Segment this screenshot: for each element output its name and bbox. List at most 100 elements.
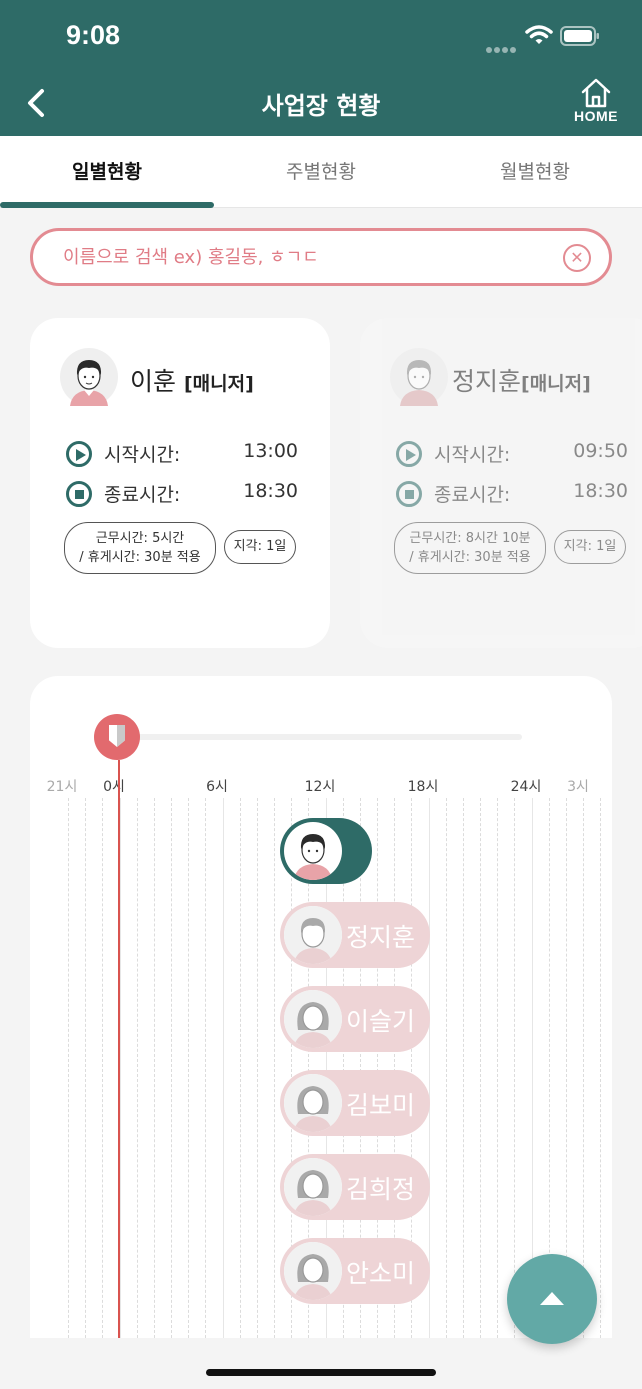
employee-name: 정지훈[매니저] [452, 367, 591, 396]
close-icon: ✕ [570, 248, 584, 267]
grid-line [137, 798, 138, 1338]
wifi-icon [525, 25, 553, 44]
grid-line [205, 798, 206, 1338]
grid-line [429, 798, 430, 1338]
current-time-line [118, 760, 120, 1338]
end-time-value: 18:30 [243, 480, 298, 502]
male-avatar-icon [284, 822, 342, 880]
grid-line [463, 798, 464, 1338]
late-badge: 지각: 1일 [554, 530, 626, 564]
male-avatar-icon [284, 906, 342, 964]
end-time-row: 종료시간: 18:30 [66, 478, 298, 510]
grid-line [274, 798, 275, 1338]
tab-indicator [0, 202, 214, 208]
home-label: HOME [574, 108, 618, 124]
home-button[interactable]: HOME [566, 78, 626, 130]
clear-search-button[interactable]: ✕ [563, 244, 591, 272]
grid-line [85, 798, 86, 1338]
time-slider-handle[interactable] [94, 714, 140, 760]
stop-icon [66, 481, 92, 507]
employee-role: [매니저] [521, 373, 591, 395]
home-icon [581, 78, 611, 108]
hour-label: 3시 [567, 779, 589, 795]
time-slider-track[interactable] [118, 734, 522, 740]
grid-line [68, 798, 69, 1338]
play-icon [66, 441, 92, 467]
employee-name: 이훈 [매니저] [130, 367, 254, 396]
grid-line [514, 798, 515, 1338]
grid-line [583, 798, 584, 1338]
grid-line [154, 798, 155, 1338]
grid-line [102, 798, 103, 1338]
grid-line [171, 798, 172, 1338]
start-time-row: 시작시간: 09:50 [396, 438, 628, 470]
grid-line [446, 798, 447, 1338]
scroll-top-button[interactable] [507, 1254, 597, 1344]
work-hours-badge: 근무시간: 5시간 / 휴게시간: 30분 적용 [64, 522, 216, 574]
hour-label: 18시 [407, 779, 439, 795]
employee-pill[interactable]: 정지훈 [280, 902, 430, 968]
play-icon [396, 441, 422, 467]
grid-line [257, 798, 258, 1338]
employee-pill-name: 김희정 [346, 1175, 416, 1204]
end-time-label: 종료시간: [434, 484, 511, 506]
employee-pill[interactable]: 김희정 [280, 1154, 430, 1220]
employee-pill[interactable] [280, 818, 372, 884]
tab-bar: 일별현황 주별현황 월별현황 [0, 136, 642, 208]
employee-pill[interactable]: 안소미 [280, 1238, 430, 1304]
employee-role: [매니저] [183, 373, 254, 395]
grid-line [497, 798, 498, 1338]
hour-label: 21시 [46, 779, 78, 795]
hour-label: 0시 [103, 779, 125, 795]
male-avatar-icon [60, 348, 118, 406]
grid-line [223, 798, 224, 1338]
hour-label: 6시 [206, 779, 228, 795]
employee-pill-name: 이슬기 [346, 1007, 416, 1036]
female-avatar-icon [284, 990, 342, 1048]
start-time-value: 13:00 [243, 440, 298, 462]
employee-pill-name: 김보미 [346, 1091, 416, 1120]
timeline-panel: 21시 0시 6시 12시 18시 24시 3시 정지훈 이슬기 김보미 김희정… [30, 676, 612, 1338]
start-time-value: 09:50 [573, 440, 628, 462]
tab-monthly[interactable]: 월별현황 [428, 136, 642, 208]
avatar [390, 348, 448, 406]
tab-weekly[interactable]: 주별현황 [214, 136, 428, 208]
end-time-row: 종료시간: 18:30 [396, 478, 628, 510]
grid-line [188, 798, 189, 1338]
grid-line [600, 798, 601, 1338]
female-avatar-icon [284, 1158, 342, 1216]
employee-pill[interactable]: 김보미 [280, 1070, 430, 1136]
start-time-label: 시작시간: [434, 444, 511, 466]
avatar [60, 348, 118, 406]
start-time-label: 시작시간: [104, 444, 181, 466]
start-time-row: 시작시간: 13:00 [66, 438, 298, 470]
arrow-up-icon [540, 1292, 564, 1305]
stop-icon [396, 481, 422, 507]
employee-pill[interactable]: 이슬기 [280, 986, 430, 1052]
employee-pill-name: 안소미 [346, 1259, 416, 1288]
page-title: 사업장 현황 [261, 92, 381, 120]
search-input[interactable] [63, 231, 563, 283]
tab-daily[interactable]: 일별현황 [0, 136, 214, 208]
home-indicator [206, 1369, 436, 1376]
employee-pill-name: 정지훈 [346, 923, 416, 952]
grid-line [120, 798, 121, 1338]
end-time-value: 18:30 [573, 480, 628, 502]
late-badge: 지각: 1일 [224, 530, 296, 564]
grid-line [240, 798, 241, 1338]
employee-card[interactable]: 이훈 [매니저] 시작시간: 13:00 종료시간: 18:30 근무시간: 5… [30, 318, 330, 648]
hour-label: 12시 [304, 779, 336, 795]
grid-line [480, 798, 481, 1338]
female-avatar-icon [284, 1242, 342, 1300]
employee-card[interactable]: 정지훈[매니저] 시작시간: 09:50 종료시간: 18:30 근무시간: 8… [360, 318, 642, 648]
end-time-label: 종료시간: [104, 484, 181, 506]
status-time: 9:08 [66, 20, 121, 50]
male-avatar-icon [390, 348, 448, 406]
work-hours-badge: 근무시간: 8시간 10분 / 휴게시간: 30분 적용 [394, 522, 546, 574]
hour-label: 24시 [510, 779, 542, 795]
app-header: 9:08 사업장 현황 HOME [0, 0, 642, 136]
battery-icon [560, 26, 599, 46]
search-box: ✕ [30, 228, 612, 286]
signal-icon [486, 38, 518, 53]
female-avatar-icon [284, 1074, 342, 1132]
